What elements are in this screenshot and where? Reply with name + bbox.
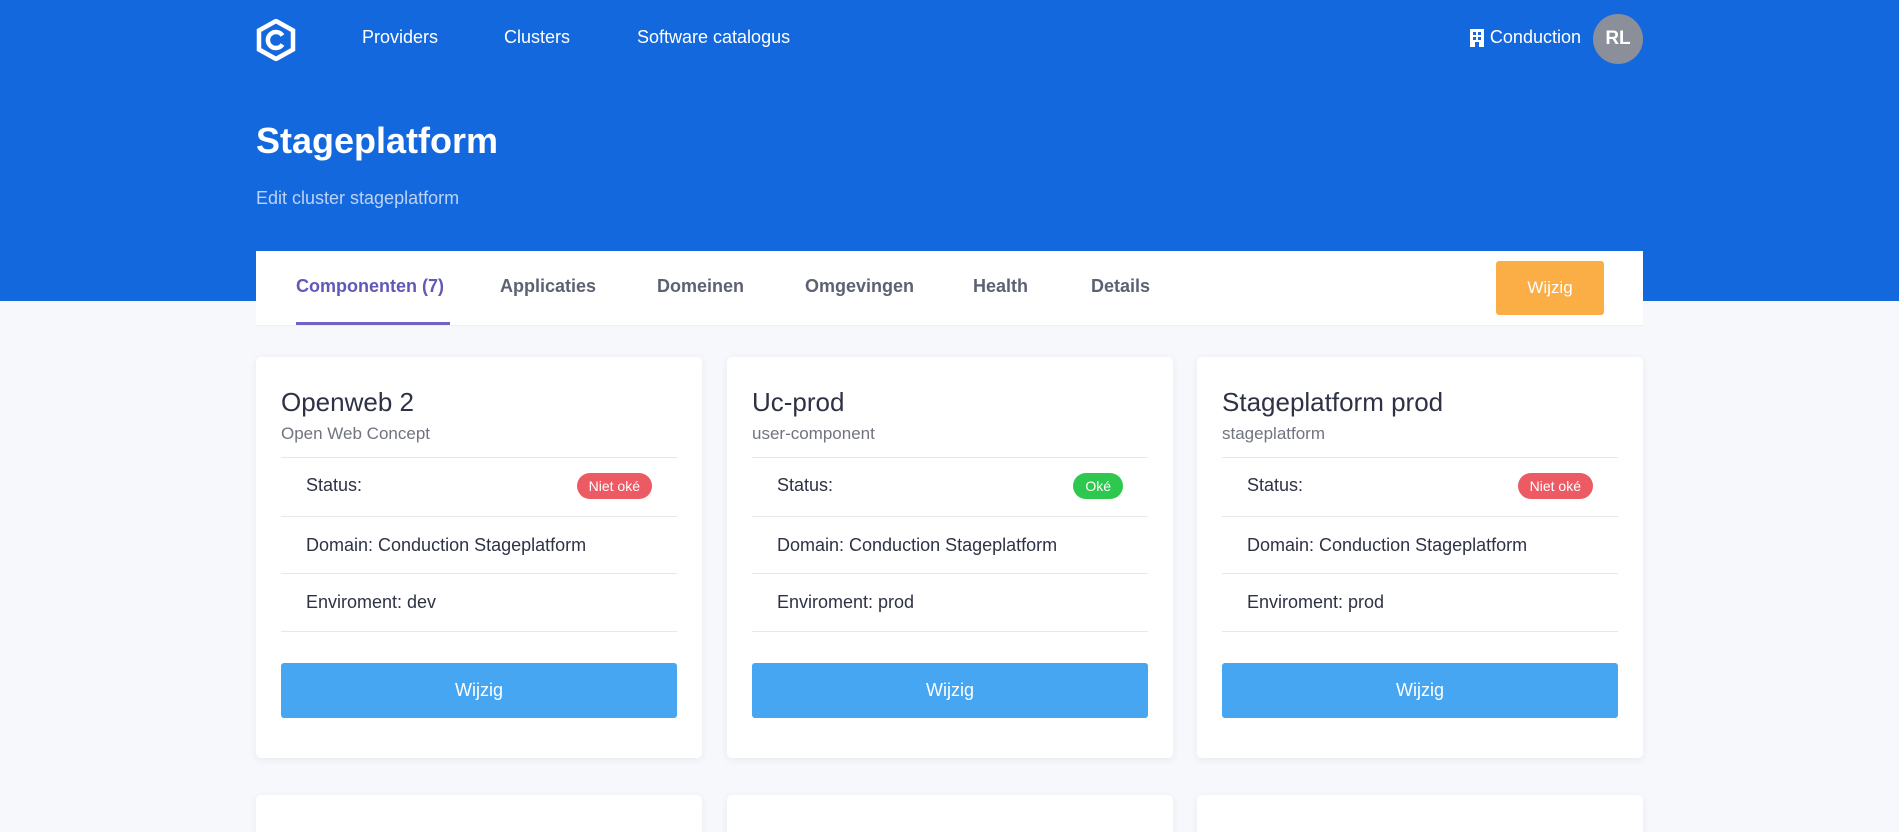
nav-software-catalogus-link[interactable]: Software catalogus bbox=[637, 27, 790, 48]
environment-text: Enviroment: prod bbox=[1247, 592, 1385, 612]
divider bbox=[281, 631, 677, 632]
divider bbox=[1222, 573, 1618, 574]
divider bbox=[281, 457, 677, 458]
divider bbox=[752, 631, 1148, 632]
component-card bbox=[1197, 795, 1643, 832]
domain-text: Domain: Conduction Stageplatform bbox=[1247, 535, 1528, 555]
tab-bar: Componenten (7) Applicaties Domeinen Omg… bbox=[256, 251, 1643, 326]
edit-component-button[interactable]: Wijzig bbox=[1222, 663, 1618, 718]
user-avatar[interactable]: RL bbox=[1593, 14, 1643, 64]
component-title: Stageplatform prod bbox=[1222, 387, 1444, 417]
building-icon bbox=[1469, 28, 1484, 47]
component-card bbox=[256, 795, 702, 832]
edit-cluster-button[interactable]: Wijzig bbox=[1496, 261, 1604, 315]
active-tab-indicator bbox=[296, 322, 450, 325]
component-card: Openweb 2 Open Web Concept Status: Niet … bbox=[256, 357, 702, 758]
component-card: Uc-prod user-component Status: Oké Domai… bbox=[727, 357, 1173, 758]
environment-text: Enviroment: prod bbox=[777, 592, 915, 612]
divider bbox=[1222, 631, 1618, 632]
status-badge: Oké bbox=[1073, 473, 1123, 499]
divider bbox=[752, 457, 1148, 458]
status-badge: Niet oké bbox=[1517, 473, 1593, 499]
organization-selector[interactable]: Conduction bbox=[1469, 27, 1581, 48]
page-title: Stageplatform bbox=[256, 120, 499, 161]
divider bbox=[752, 516, 1148, 517]
component-subtitle: stageplatform bbox=[1222, 424, 1325, 443]
component-card bbox=[727, 795, 1173, 832]
divider bbox=[281, 573, 677, 574]
edit-component-button[interactable]: Wijzig bbox=[281, 663, 677, 718]
component-title: Openweb 2 bbox=[281, 387, 414, 417]
domain-text: Domain: Conduction Stageplatform bbox=[777, 535, 1058, 555]
component-subtitle: user-component bbox=[752, 424, 875, 443]
top-navigation: Providers Clusters Software catalogus Co… bbox=[256, 0, 1643, 78]
component-title: Uc-prod bbox=[752, 387, 845, 417]
page-subtitle: Edit cluster stageplatform bbox=[256, 188, 460, 208]
tab-applicaties[interactable]: Applicaties bbox=[500, 276, 596, 297]
tab-componenten[interactable]: Componenten (7) bbox=[296, 276, 444, 297]
environment-text: Enviroment: dev bbox=[306, 592, 437, 612]
conduction-logo-icon[interactable] bbox=[256, 19, 296, 61]
status-label: Status: bbox=[777, 475, 834, 495]
tab-omgevingen[interactable]: Omgevingen bbox=[805, 276, 914, 297]
component-subtitle: Open Web Concept bbox=[281, 424, 430, 443]
status-label: Status: bbox=[1247, 475, 1304, 495]
divider bbox=[1222, 516, 1618, 517]
tab-health[interactable]: Health bbox=[973, 276, 1028, 297]
status-label: Status: bbox=[306, 475, 363, 495]
nav-providers-link[interactable]: Providers bbox=[362, 27, 438, 48]
tab-details[interactable]: Details bbox=[1091, 276, 1150, 297]
nav-clusters-link[interactable]: Clusters bbox=[504, 27, 570, 48]
edit-component-button[interactable]: Wijzig bbox=[752, 663, 1148, 718]
divider bbox=[752, 573, 1148, 574]
component-card: Stageplatform prod stageplatform Status:… bbox=[1197, 357, 1643, 758]
divider bbox=[281, 516, 677, 517]
organization-name: Conduction bbox=[1489, 27, 1581, 47]
divider bbox=[1222, 457, 1618, 458]
tab-domeinen[interactable]: Domeinen bbox=[657, 276, 744, 297]
status-badge: Niet oké bbox=[576, 473, 652, 499]
domain-text: Domain: Conduction Stageplatform bbox=[306, 535, 587, 555]
